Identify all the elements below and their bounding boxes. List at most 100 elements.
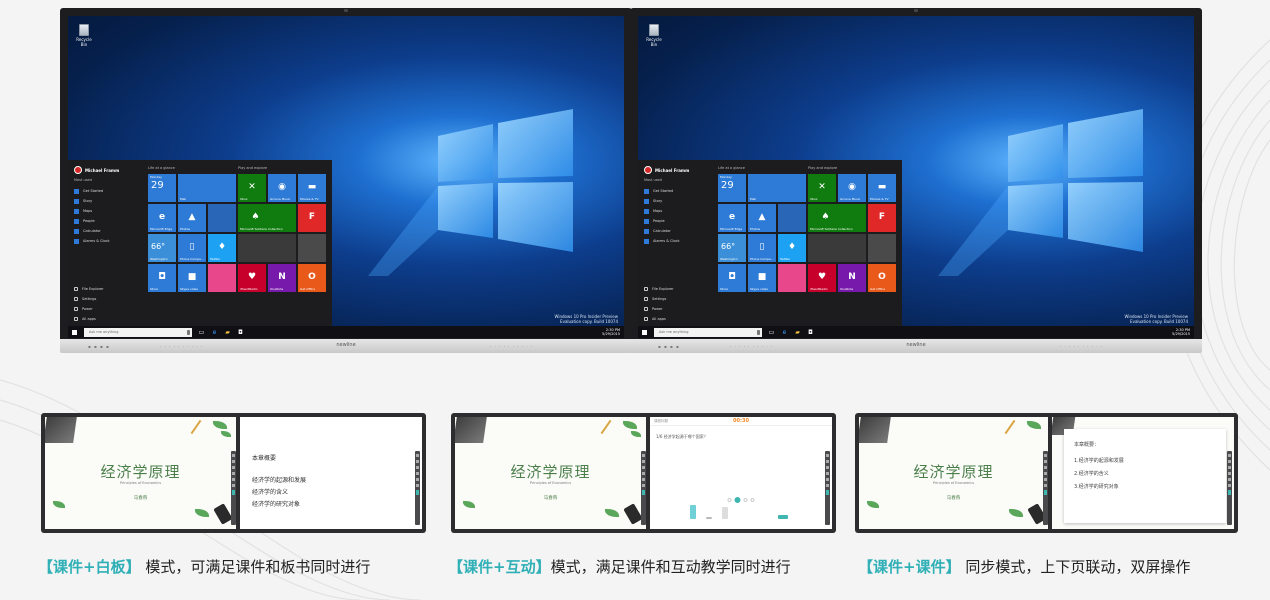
- sys-item-power[interactable]: Power: [74, 304, 104, 314]
- start-button[interactable]: [638, 326, 650, 338]
- tile-game-image[interactable]: [868, 234, 896, 262]
- tile-store[interactable]: ◘ Store: [148, 264, 176, 292]
- user-account[interactable]: Michael Framm: [74, 166, 119, 174]
- task-view-icon[interactable]: ▭: [198, 329, 205, 336]
- system-tray[interactable]: 2:30 PM 5/29/2015: [602, 328, 624, 336]
- app-item-get-started[interactable]: Get Started: [644, 186, 680, 196]
- tile-weather[interactable]: 66° Washington: [148, 234, 176, 262]
- app-item-people[interactable]: People: [74, 216, 110, 226]
- tile-edge[interactable]: e Microsoft Edge: [148, 204, 176, 232]
- app-item-story[interactable]: Story: [644, 196, 680, 206]
- tile-mail[interactable]: Mail: [178, 174, 236, 202]
- system-tray[interactable]: 2:30 PM 5/29/2015: [1172, 328, 1194, 336]
- tile-xbox[interactable]: ✕ Xbox: [238, 174, 266, 202]
- calculator-icon: [644, 228, 649, 234]
- store-icon[interactable]: ◘: [807, 329, 814, 336]
- edge-icon[interactable]: e: [781, 329, 788, 336]
- tile-game-image[interactable]: [298, 234, 326, 262]
- tile-twitter[interactable]: ♦ Twitter: [778, 234, 806, 262]
- recycle-bin[interactable]: Recycle Bin: [74, 24, 94, 47]
- sys-item-file-explorer[interactable]: File Explorer: [74, 284, 104, 294]
- pager-dot-active[interactable]: [734, 497, 741, 503]
- tile-news[interactable]: [778, 204, 806, 232]
- question-pager[interactable]: [727, 497, 755, 503]
- outline-item: 3.经济学的研究对象: [1074, 484, 1119, 490]
- toolbar-strip[interactable]: [1227, 451, 1232, 525]
- interaction-screen[interactable]: 课程标题 00:30 1/6 经济学起源于哪个国家？: [650, 417, 832, 529]
- app-item-story[interactable]: Story: [74, 196, 110, 206]
- tile-mail[interactable]: Mail: [748, 174, 806, 202]
- app-item-alarms[interactable]: Alarms & Clock: [644, 236, 680, 246]
- tile-iheartradio[interactable]: ♥ iHeartRadio: [808, 264, 836, 292]
- folder-icon[interactable]: ▰: [224, 329, 231, 336]
- tile-edge[interactable]: e Microsoft Edge: [718, 204, 746, 232]
- tile-solitaire[interactable]: ♠ Microsoft Solitaire Collection: [238, 204, 296, 232]
- toolbar-strip[interactable]: [1043, 451, 1048, 525]
- tile-iheartradio[interactable]: ♥ iHeartRadio: [238, 264, 266, 292]
- tile-weather[interactable]: 66° Washington: [718, 234, 746, 262]
- tile-photos[interactable]: ▲ Photos: [748, 204, 776, 232]
- toolbar-strip[interactable]: [415, 451, 420, 525]
- tile-flipboard[interactable]: F: [868, 204, 896, 232]
- tile-phone-companion[interactable]: ▯ Phone Compa...: [178, 234, 206, 262]
- tile-flipboard[interactable]: F: [298, 204, 326, 232]
- toolbar-strip[interactable]: [825, 451, 830, 525]
- interaction-question: 1/6 经济学起源于哪个国家？: [656, 434, 708, 439]
- search-box[interactable]: Ask me anything: [84, 327, 192, 337]
- start-button[interactable]: [68, 326, 80, 338]
- sys-item-all-apps[interactable]: All apps: [74, 314, 104, 324]
- tile-candy-crush[interactable]: [208, 264, 236, 292]
- app-item-get-started[interactable]: Get Started: [74, 186, 110, 196]
- toolbar-strip[interactable]: [641, 451, 646, 525]
- tile-movies[interactable]: ▬ Movies & TV: [298, 174, 326, 202]
- pager-dot[interactable]: [743, 498, 748, 502]
- microphone-icon[interactable]: [757, 329, 760, 335]
- folder-icon[interactable]: ▰: [794, 329, 801, 336]
- pager-dot[interactable]: [727, 498, 732, 502]
- sys-item-settings[interactable]: Settings: [644, 294, 674, 304]
- tile-phone-companion[interactable]: ▯ Phone Compa...: [748, 234, 776, 262]
- tile-candy-crush[interactable]: [778, 264, 806, 292]
- store-icon[interactable]: ◘: [237, 329, 244, 336]
- tile-movies[interactable]: ▬ Movies & TV: [868, 174, 896, 202]
- tile-calendar[interactable]: 29 Monday: [718, 174, 746, 202]
- tile-news-image[interactable]: [238, 234, 296, 262]
- app-item-maps[interactable]: Maps: [74, 206, 110, 216]
- sys-item-settings[interactable]: Settings: [74, 294, 104, 304]
- user-account[interactable]: Michael Framm: [644, 166, 689, 174]
- sys-item-file-explorer[interactable]: File Explorer: [644, 284, 674, 294]
- edge-icon[interactable]: e: [211, 329, 218, 336]
- search-box[interactable]: Ask me anything: [654, 327, 762, 337]
- app-item-calculator[interactable]: Calculator: [644, 226, 680, 236]
- submit-button[interactable]: [778, 515, 788, 519]
- tile-get-office[interactable]: O Get Office: [868, 264, 896, 292]
- tile-twitter[interactable]: ♦ Twitter: [208, 234, 236, 262]
- app-item-alarms[interactable]: Alarms & Clock: [74, 236, 110, 246]
- tile-store[interactable]: ◘ Store: [718, 264, 746, 292]
- task-view-icon[interactable]: ▭: [768, 329, 775, 336]
- sys-item-power[interactable]: Power: [644, 304, 674, 314]
- tile-onenote[interactable]: N OneNote: [838, 264, 866, 292]
- whiteboard[interactable]: 本章概要 经济学的起源和发展 经济学的含义 经济学的研究对象: [240, 417, 422, 529]
- tile-groove[interactable]: ◉ Groove Music: [268, 174, 296, 202]
- tile-news-image[interactable]: [808, 234, 866, 262]
- outline-item: 2.经济学的含义: [1074, 471, 1109, 477]
- tile-photos[interactable]: ▲ Photos: [178, 204, 206, 232]
- tile-onenote[interactable]: N OneNote: [268, 264, 296, 292]
- tile-skype[interactable]: ■ Skype video: [748, 264, 776, 292]
- tile-get-office[interactable]: O Get Office: [298, 264, 326, 292]
- tile-solitaire[interactable]: ♠ Microsoft Solitaire Collection: [808, 204, 866, 232]
- tile-xbox[interactable]: ✕ Xbox: [808, 174, 836, 202]
- tile-skype[interactable]: ■ Skype video: [178, 264, 206, 292]
- pager-dot[interactable]: [750, 498, 755, 502]
- app-item-maps[interactable]: Maps: [644, 206, 680, 216]
- tile-news[interactable]: [208, 204, 236, 232]
- microphone-icon[interactable]: [187, 329, 190, 335]
- toolbar-strip[interactable]: [231, 451, 236, 525]
- app-item-calculator[interactable]: Calculator: [74, 226, 110, 236]
- app-item-people[interactable]: People: [644, 216, 680, 226]
- recycle-bin[interactable]: Recycle Bin: [644, 24, 664, 47]
- tile-calendar[interactable]: 29 Monday: [148, 174, 176, 202]
- sys-item-all-apps[interactable]: All apps: [644, 314, 674, 324]
- tile-groove[interactable]: ◉ Groove Music: [838, 174, 866, 202]
